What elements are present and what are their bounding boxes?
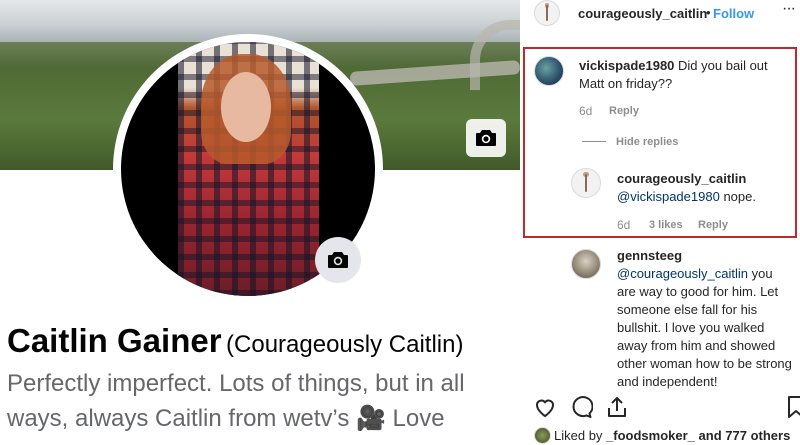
bookmark-icon[interactable]	[784, 395, 800, 419]
reply-button[interactable]: Reply	[698, 219, 728, 231]
avatar[interactable]	[534, 56, 564, 86]
comment-timestamp: 6d	[579, 104, 593, 118]
post-header: courageously_caitlin • Follow ···	[520, 0, 800, 30]
camera-icon[interactable]	[466, 119, 506, 157]
reply-button[interactable]: Reply	[609, 105, 639, 117]
avatar[interactable]	[571, 168, 601, 198]
comment-text: you are way to good for him. Let someone…	[617, 266, 792, 389]
mention-link[interactable]: @courageously_caitlin	[617, 266, 748, 281]
liked-by: Liked by _foodsmoker_ and 777 others	[532, 426, 800, 444]
profile-bio: Perfectly imperfect. Lots of things, but…	[7, 370, 465, 432]
more-options-icon[interactable]: ···	[782, 0, 796, 18]
avatar[interactable]	[571, 249, 601, 279]
profile-name: Caitlin Gainer (Courageously Caitlin)	[7, 322, 520, 360]
post-author-username[interactable]: courageously_caitlin	[578, 6, 707, 21]
comment-username[interactable]: gennsteeg	[617, 247, 792, 265]
separator-dot: •	[706, 5, 711, 20]
comment-icon[interactable]	[569, 395, 593, 419]
comment-timestamp: 6d	[617, 218, 631, 232]
comment: vickispade1980 Did you bail out Matt on …	[579, 57, 789, 93]
avatar[interactable]	[534, 427, 551, 444]
comment-text: nope.	[723, 189, 756, 204]
comment-likes[interactable]: 3 likes	[649, 219, 683, 231]
comment: gennsteeg @courageously_caitlin you are …	[617, 247, 792, 391]
camera-icon[interactable]	[315, 237, 361, 283]
avatar[interactable]	[534, 0, 560, 26]
profile-name-text: Caitlin Gainer	[7, 322, 222, 359]
divider	[582, 141, 606, 142]
facebook-profile: Caitlin Gainer (Courageously Caitlin) Pe…	[0, 0, 520, 445]
instagram-panel: courageously_caitlin • Follow ··· vickis…	[520, 0, 800, 445]
mention-link[interactable]: @vickispade1980	[617, 189, 720, 204]
follow-button[interactable]: Follow	[713, 6, 754, 21]
comment-username[interactable]: courageously_caitlin	[617, 170, 792, 188]
profile-alternate-name: (Courageously Caitlin)	[226, 331, 464, 358]
heart-icon[interactable]	[533, 395, 557, 419]
liked-by-prefix: Liked by	[554, 428, 603, 443]
liked-by-count[interactable]: and 777 others	[699, 428, 791, 443]
hide-replies-button[interactable]: Hide replies	[616, 136, 678, 148]
reply-comment: courageously_caitlin @vickispade1980 nop…	[617, 170, 792, 206]
comment-username[interactable]: vickispade1980	[579, 58, 674, 73]
action-bar	[520, 395, 800, 421]
share-icon[interactable]	[605, 395, 629, 419]
liked-by-user[interactable]: _foodsmoker_	[606, 428, 695, 443]
